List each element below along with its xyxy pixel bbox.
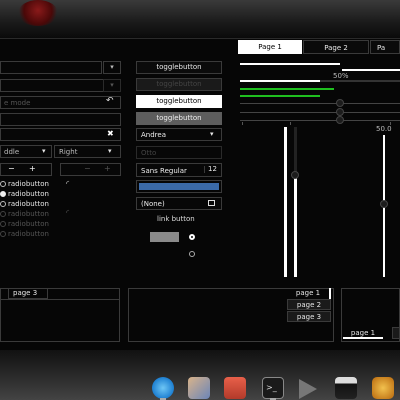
combo-value: Right (59, 148, 78, 156)
radiobutton-5: radiobutton (8, 220, 49, 228)
spin-minus-button: − (84, 164, 91, 173)
terminal-icon[interactable]: >_ (262, 377, 284, 399)
color-swatch (139, 183, 219, 190)
radio-indicator (0, 231, 6, 237)
clearable-entry[interactable] (0, 128, 121, 141)
font-name: Sans Regular (141, 167, 187, 175)
combo-value: ddle (4, 148, 20, 156)
radiobutton-6: radiobutton (8, 230, 49, 238)
scale-knob[interactable] (336, 99, 344, 107)
togglebutton-4[interactable]: togglebutton (136, 112, 222, 125)
media-player-icon[interactable] (299, 379, 317, 399)
combo-otto: Otto (136, 146, 222, 159)
spin-plus-button: + (104, 164, 111, 173)
mail-icon[interactable] (188, 377, 210, 399)
text-entry[interactable] (0, 61, 102, 74)
radiobutton-1[interactable]: radiobutton (8, 181, 49, 188)
progress-fill (240, 80, 320, 82)
folder-icon (208, 200, 215, 206)
radio-indicator (0, 211, 6, 217)
progress-bar-1 (240, 63, 340, 65)
color-button[interactable] (136, 180, 222, 193)
vertical-scale-knob[interactable] (291, 171, 299, 179)
scale-track[interactable] (240, 112, 400, 113)
side-tab-page-1[interactable]: page 1 (287, 288, 331, 299)
scale-knob[interactable] (336, 108, 344, 116)
plain-entry[interactable] (0, 113, 121, 126)
progress-bar-3 (240, 80, 400, 82)
radio-indicator[interactable] (189, 251, 195, 257)
side-tab-page-3[interactable]: page 3 (287, 311, 331, 322)
radiobutton-3[interactable]: radiobutton (8, 201, 49, 208)
entry-dropdown-button[interactable]: ▾ (103, 61, 121, 74)
switch-toggle[interactable] (150, 232, 179, 242)
tab-page-3[interactable]: Pa (370, 40, 400, 54)
togglebutton-3[interactable]: togglebutton (136, 95, 222, 108)
vertical-scale-fill (294, 175, 297, 277)
file-chooser-value: (None) (141, 200, 165, 208)
radio-indicator[interactable] (0, 201, 6, 207)
spinner-icon: ◜ (66, 208, 70, 217)
tab-page-1[interactable]: Page 1 (238, 40, 302, 54)
spin-plus-button[interactable]: + (29, 165, 36, 173)
chevron-down-icon: ▾ (210, 130, 214, 138)
chevron-down-icon: ▾ (42, 147, 46, 155)
radiobutton-2[interactable]: radiobutton (8, 191, 49, 198)
level-bar-2 (240, 95, 320, 97)
scale-knob[interactable] (336, 116, 344, 124)
link-button[interactable]: link button (157, 216, 195, 223)
tab-label: page 3 (13, 289, 38, 297)
undo-icon[interactable]: ↶ (106, 97, 114, 106)
disabled-dropdown-button: ▾ (103, 79, 121, 92)
progress-label: 50% (333, 72, 349, 80)
togglebutton-2: togglebutton (136, 78, 222, 91)
music-icon[interactable] (372, 377, 394, 399)
spin-minus-button[interactable]: − (8, 165, 15, 173)
vertical-progress-bar (284, 127, 287, 277)
tab-page-2[interactable]: Page 2 (303, 40, 369, 54)
tab-left-page-3[interactable]: page 3 (8, 288, 48, 299)
radio-indicator[interactable] (0, 191, 6, 197)
radio-indicator (0, 221, 6, 227)
scale-mark (290, 122, 291, 125)
radio-indicator[interactable] (0, 181, 6, 187)
chevron-down-icon: ▾ (110, 63, 114, 71)
archive-icon[interactable] (224, 377, 246, 399)
bottom-tab-page-2[interactable] (392, 327, 400, 339)
combo-value: Andrea (141, 131, 166, 139)
scale-mark (242, 122, 243, 125)
checkbox-indicator[interactable] (189, 234, 195, 240)
mode-entry[interactable]: e mode (0, 96, 121, 109)
clear-icon[interactable]: ✖ (107, 130, 114, 138)
scale-track[interactable] (240, 120, 400, 121)
radiobutton-4: radiobutton (8, 210, 49, 218)
wallpaper-decoration (18, 0, 58, 26)
vertical-scale-knob[interactable] (380, 200, 388, 208)
desktop-background (0, 0, 400, 38)
entry-placeholder: e mode (4, 99, 31, 107)
divider (0, 299, 120, 300)
browser-icon[interactable] (152, 377, 174, 399)
level-bar-1 (240, 88, 334, 90)
font-size: 12 (204, 166, 217, 173)
bottom-tab-page-1[interactable]: page 1 (343, 327, 383, 339)
spinner-icon: ◜ (66, 179, 70, 188)
combo-value: Otto (141, 149, 157, 157)
togglebutton-1[interactable]: togglebutton (136, 61, 222, 74)
scale-track[interactable] (240, 103, 400, 104)
chevron-down-icon: ▾ (110, 81, 114, 89)
progress-bar-2 (342, 69, 400, 71)
scale-value-label: 50.0 (376, 125, 392, 133)
video-editor-icon[interactable] (335, 377, 357, 399)
side-tab-page-2[interactable]: page 2 (287, 299, 331, 310)
chevron-down-icon: ▾ (108, 147, 112, 155)
